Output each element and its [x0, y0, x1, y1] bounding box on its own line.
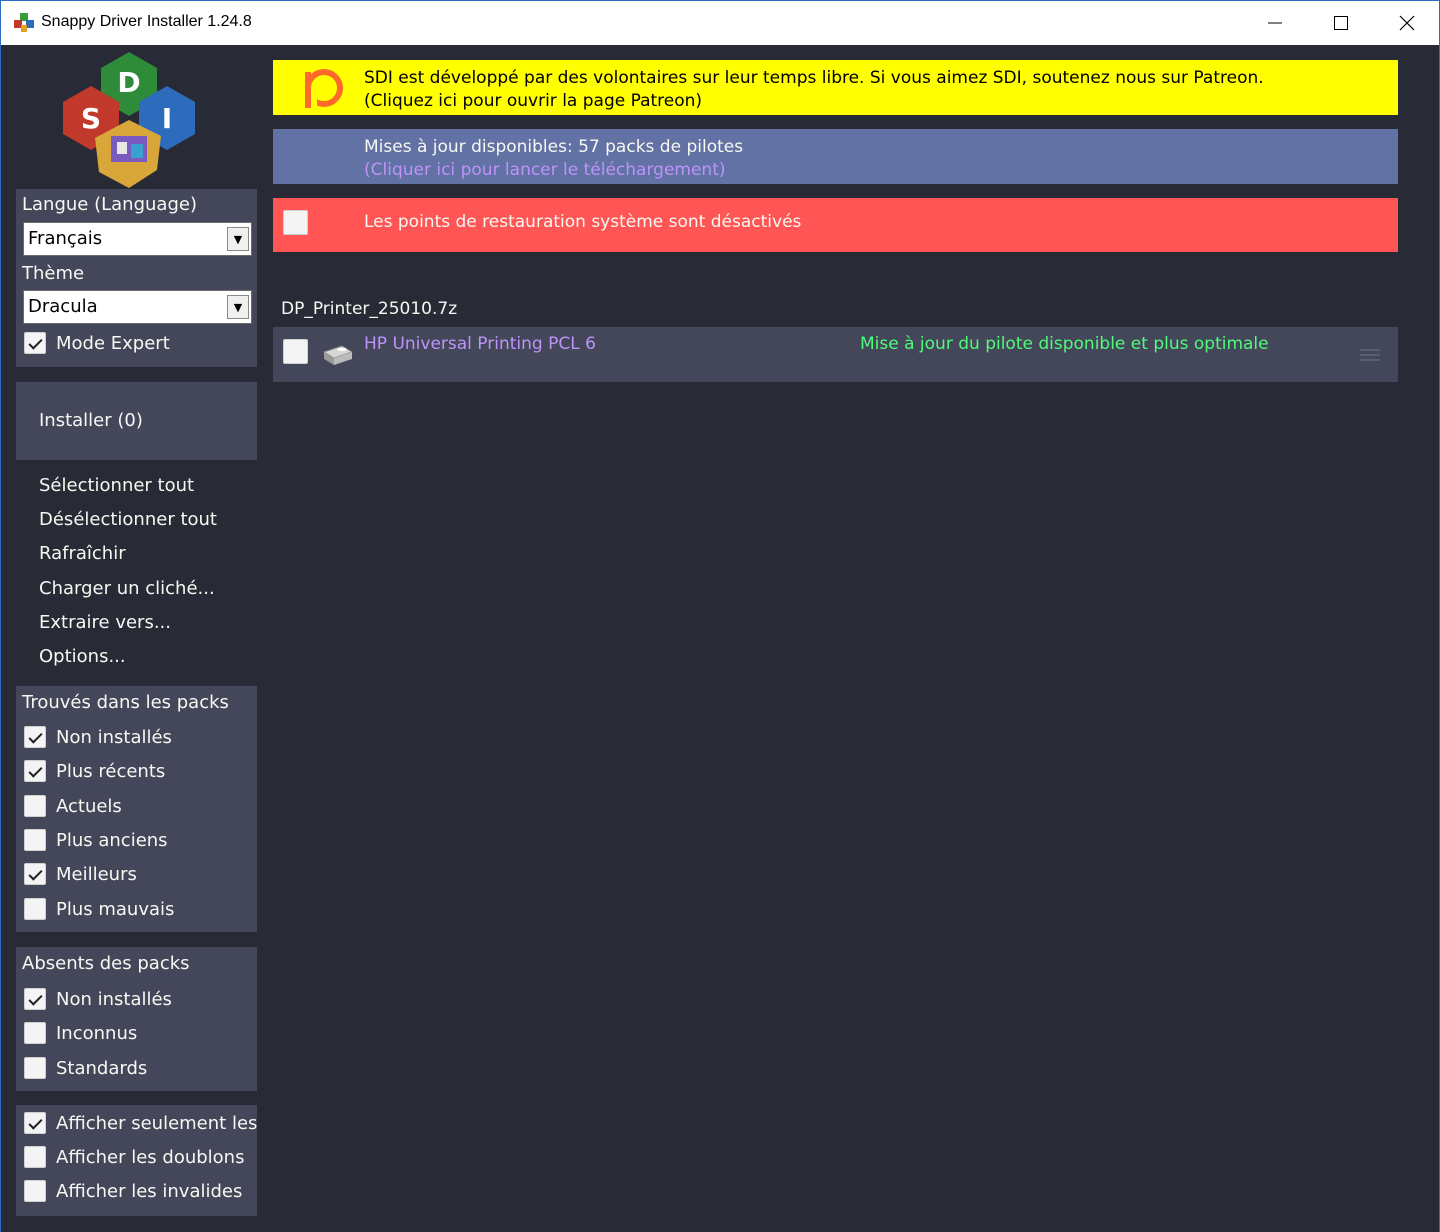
filter-label: Actuels — [56, 795, 122, 817]
filter-label: Plus mauvais — [56, 898, 175, 920]
patreon-link[interactable]: (Cliquez ici pour ouvrir la page Patreon… — [364, 91, 702, 111]
option-show-duplicates[interactable]: Afficher les doublons — [24, 1144, 244, 1170]
filter-found-newer[interactable]: Plus récents — [24, 758, 165, 784]
driver-row[interactable]: HP Universal Printing PCL 6 Mise à jour … — [273, 327, 1398, 382]
maximize-button[interactable] — [1308, 1, 1374, 45]
display-options-panel: Afficher seulement les Afficher les doub… — [16, 1105, 257, 1216]
absent-filter-panel: Absents des packs Non installés Inconnus… — [16, 947, 257, 1091]
checkbox[interactable] — [24, 795, 46, 817]
title-bar: Snappy Driver Installer 1.24.8 — [1, 1, 1439, 45]
theme-value: Dracula — [28, 296, 98, 317]
app-icon — [14, 13, 34, 32]
filter-found-not-installed[interactable]: Non installés — [24, 724, 172, 750]
sdi-logo: D S I — [63, 52, 195, 188]
pack-title: DP_Printer_25010.7z — [281, 299, 458, 319]
checkbox[interactable] — [24, 332, 46, 354]
expert-mode-label: Mode Expert — [56, 332, 170, 354]
checkbox[interactable] — [24, 726, 46, 748]
updates-download-link[interactable]: (Cliquer ici pour lancer le téléchargeme… — [364, 160, 726, 180]
chevron-down-icon[interactable]: ▼ — [227, 227, 249, 251]
language-label: Langue (Language) — [22, 194, 197, 215]
checkbox[interactable] — [24, 1112, 46, 1134]
app-window: Snappy Driver Installer 1.24.8 D S I Lan… — [0, 0, 1440, 1232]
theme-select[interactable]: Dracula ▼ — [23, 290, 252, 324]
checkbox[interactable] — [24, 1146, 46, 1168]
option-label: Afficher les doublons — [56, 1146, 245, 1168]
option-label: Afficher seulement les — [56, 1112, 257, 1134]
checkbox[interactable] — [24, 760, 46, 782]
checkbox[interactable] — [24, 1057, 46, 1079]
filter-label: Plus récents — [56, 760, 166, 782]
absent-group-title: Absents des packs — [22, 953, 190, 974]
language-value: Français — [28, 228, 103, 249]
filter-label: Plus anciens — [56, 829, 168, 851]
checkbox[interactable] — [24, 829, 46, 851]
select-all-link[interactable]: Sélectionner tout — [39, 475, 194, 496]
logo-letter-s: S — [81, 102, 101, 135]
filter-found-older[interactable]: Plus anciens — [24, 827, 168, 853]
patreon-message: SDI est développé par des volontaires su… — [364, 68, 1264, 88]
filter-absent-unknown[interactable]: Inconnus — [24, 1020, 137, 1046]
filter-absent-standard[interactable]: Standards — [24, 1055, 147, 1081]
updates-message: Mises à jour disponibles: 57 packs de pi… — [364, 137, 744, 157]
filter-found-better[interactable]: Meilleurs — [24, 861, 137, 887]
main-content: D S I Langue (Language) Français ▼ Thème… — [1, 46, 1439, 1232]
close-button[interactable] — [1374, 1, 1440, 45]
found-group-title: Trouvés dans les packs — [22, 692, 229, 713]
chevron-down-icon[interactable]: ▼ — [227, 295, 249, 319]
filter-label: Meilleurs — [56, 863, 137, 885]
refresh-link[interactable]: Rafraîchir — [39, 543, 126, 564]
language-select[interactable]: Français ▼ — [23, 222, 252, 256]
checkbox[interactable] — [24, 988, 46, 1010]
load-snapshot-link[interactable]: Charger un cliché... — [39, 578, 215, 599]
close-icon — [1399, 15, 1415, 31]
install-button[interactable]: Installer (0) — [16, 382, 257, 460]
restore-point-checkbox[interactable] — [283, 210, 308, 235]
expert-mode-checkbox[interactable]: Mode Expert — [24, 330, 170, 356]
install-button-label: Installer (0) — [39, 410, 143, 431]
filter-label: Non installés — [56, 988, 172, 1010]
logo-letter-i: I — [162, 102, 172, 135]
filter-label: Standards — [56, 1057, 148, 1079]
maximize-icon — [1334, 16, 1348, 30]
restore-point-message: Les points de restauration système sont … — [364, 212, 802, 232]
option-label: Afficher les invalides — [56, 1180, 243, 1202]
found-filter-panel: Trouvés dans les packs Non installés Plu… — [16, 686, 257, 932]
checkbox[interactable] — [24, 863, 46, 885]
filter-found-worse[interactable]: Plus mauvais — [24, 896, 174, 922]
minimize-icon — [1268, 22, 1282, 24]
driver-name: HP Universal Printing PCL 6 — [364, 334, 596, 354]
restore-point-banner[interactable]: Les points de restauration système sont … — [273, 198, 1398, 252]
options-link[interactable]: Options... — [39, 646, 126, 667]
checkbox[interactable] — [24, 898, 46, 920]
checkbox[interactable] — [24, 1022, 46, 1044]
minimize-button[interactable] — [1242, 1, 1308, 45]
driver-status: Mise à jour du pilote disponible et plus… — [860, 334, 1269, 354]
deselect-all-link[interactable]: Désélectionner tout — [39, 509, 217, 530]
filter-label: Inconnus — [56, 1022, 138, 1044]
patreon-icon — [305, 69, 343, 108]
logo-letter-d: D — [117, 66, 140, 99]
driver-checkbox[interactable] — [283, 339, 308, 364]
hamburger-menu-icon[interactable] — [1360, 348, 1380, 362]
filter-label: Non installés — [56, 726, 172, 748]
option-show-invalid[interactable]: Afficher les invalides — [24, 1178, 242, 1204]
filter-found-current[interactable]: Actuels — [24, 793, 122, 819]
extract-to-link[interactable]: Extraire vers... — [39, 612, 171, 633]
window-title: Snappy Driver Installer 1.24.8 — [41, 13, 252, 30]
settings-panel: Langue (Language) Français ▼ Thème Dracu… — [16, 189, 257, 367]
option-show-only[interactable]: Afficher seulement les — [24, 1110, 257, 1136]
patreon-banner[interactable]: SDI est développé par des volontaires su… — [273, 60, 1398, 115]
filter-absent-not-installed[interactable]: Non installés — [24, 986, 172, 1012]
theme-label: Thème — [22, 263, 85, 284]
checkbox[interactable] — [24, 1180, 46, 1202]
updates-banner[interactable]: Mises à jour disponibles: 57 packs de pi… — [273, 129, 1398, 184]
printer-icon — [322, 345, 354, 365]
